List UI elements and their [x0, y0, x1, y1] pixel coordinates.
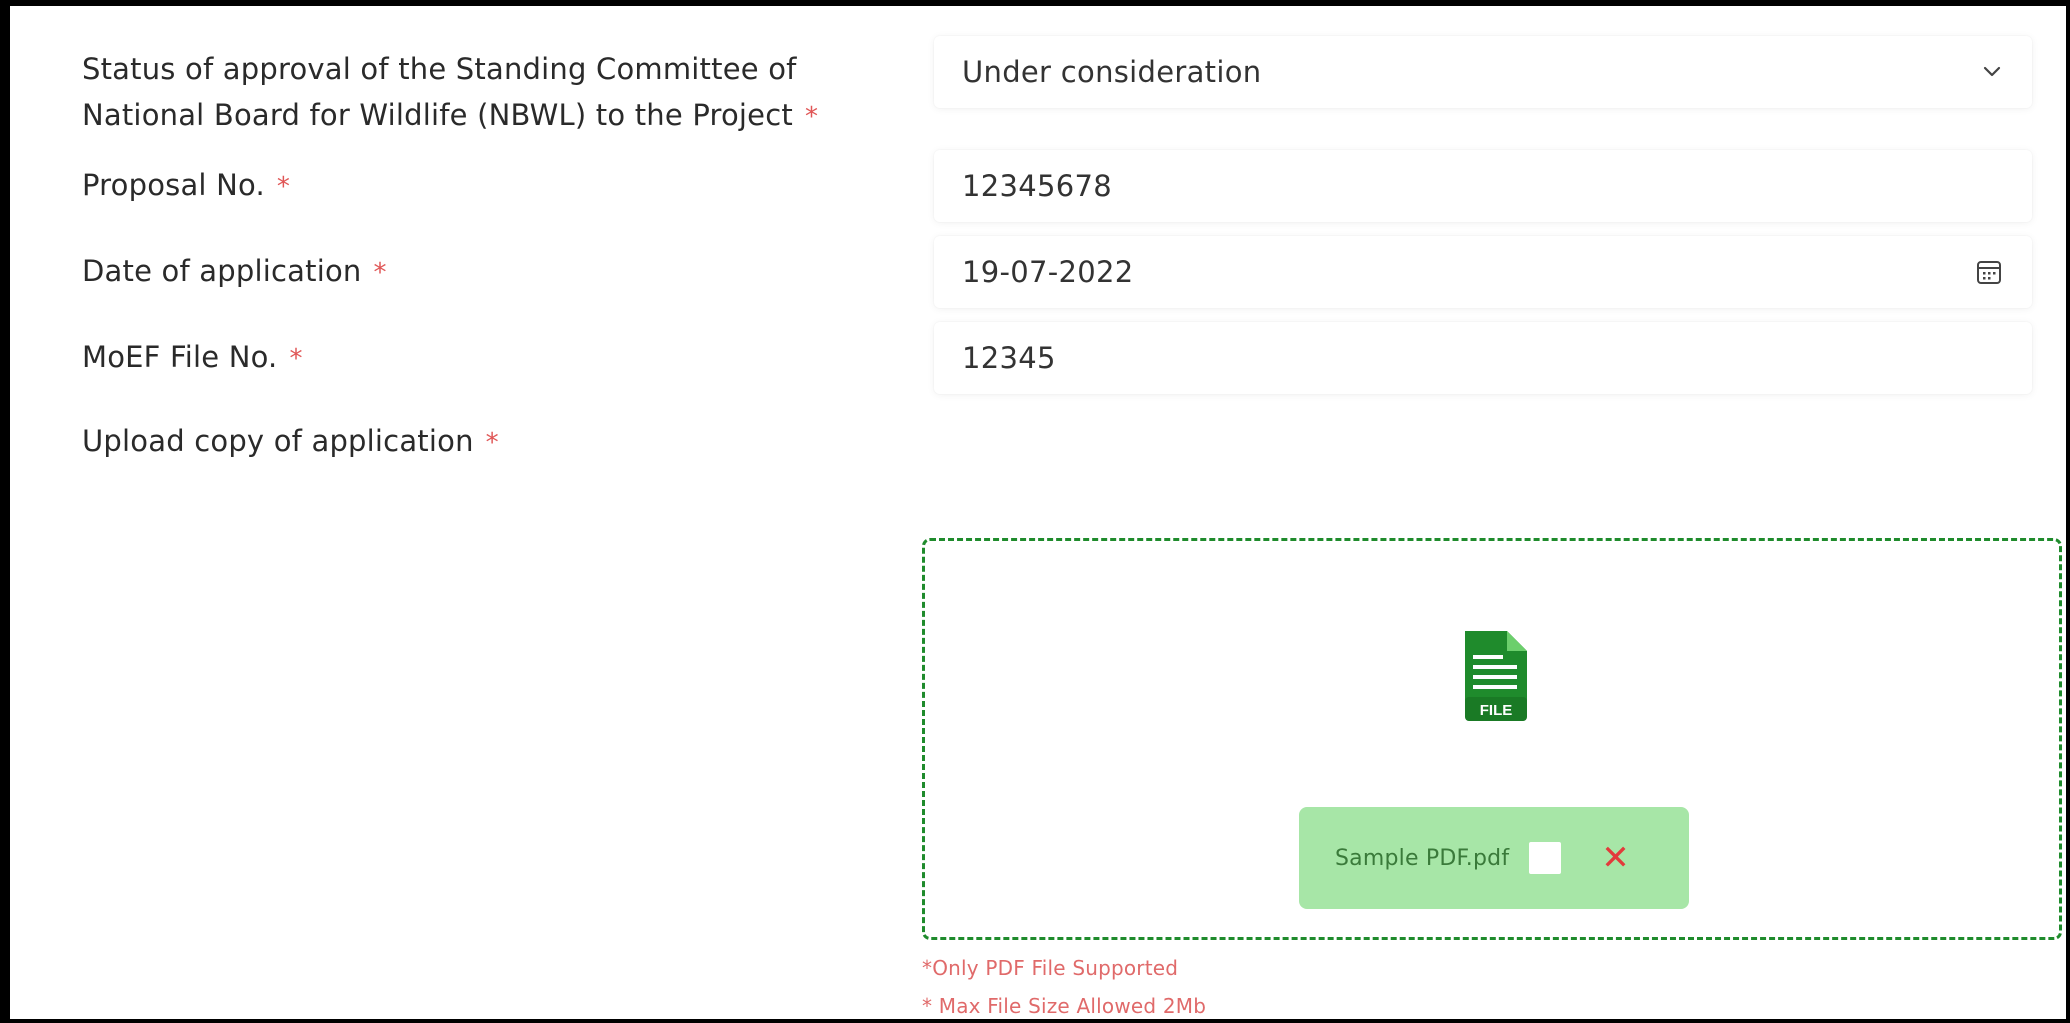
file-icon: FILE — [1465, 631, 1527, 721]
date-of-application-label: Date of application * — [82, 254, 387, 288]
moef-file-no-label: MoEF File No. * — [82, 340, 303, 374]
required-mark: * — [289, 344, 303, 374]
nbwl-status-label-line1: Status of approval of the Standing Commi… — [82, 52, 797, 86]
upload-application-label: Upload copy of application * — [82, 424, 499, 458]
required-mark: * — [373, 258, 387, 288]
upload-dropzone[interactable]: FILE Sample PDF.pdf ✕ — [922, 538, 2062, 940]
remove-file-icon[interactable]: ✕ — [1601, 841, 1630, 875]
moef-file-no-value: 12345 — [962, 341, 1056, 375]
required-mark: * — [804, 102, 819, 132]
hint-pdf-only: *Only PDF File Supported — [922, 956, 1179, 980]
moef-file-no-input[interactable]: 12345 — [934, 322, 2032, 394]
chevron-down-icon[interactable] — [1980, 60, 2004, 84]
required-mark: * — [485, 428, 499, 458]
required-mark: * — [276, 172, 291, 202]
calendar-icon[interactable] — [1974, 257, 2004, 287]
file-checkbox[interactable] — [1529, 842, 1562, 874]
nbwl-status-select[interactable]: Under consideration — [934, 36, 2032, 108]
nbwl-status-label-line2: National Board for Wildlife (NBWL) to th… — [82, 98, 819, 132]
proposal-no-label: Proposal No. * — [82, 168, 291, 202]
file-icon-text: FILE — [1480, 702, 1513, 719]
nbwl-status-label: Status of approval of the Standing Commi… — [82, 46, 818, 140]
hint-max-size: * Max File Size Allowed 2Mb — [922, 994, 1207, 1018]
uploaded-file-chip: Sample PDF.pdf ✕ — [1299, 807, 1689, 909]
proposal-no-value: 12345678 — [962, 169, 1113, 203]
proposal-no-input[interactable]: 12345678 — [934, 150, 2032, 222]
uploaded-file-name[interactable]: Sample PDF.pdf — [1335, 846, 1509, 871]
date-of-application-input[interactable]: 19-07-2022 — [934, 236, 2032, 308]
date-of-application-value: 19-07-2022 — [962, 255, 1134, 289]
nbwl-status-selected-value: Under consideration — [962, 55, 1262, 89]
